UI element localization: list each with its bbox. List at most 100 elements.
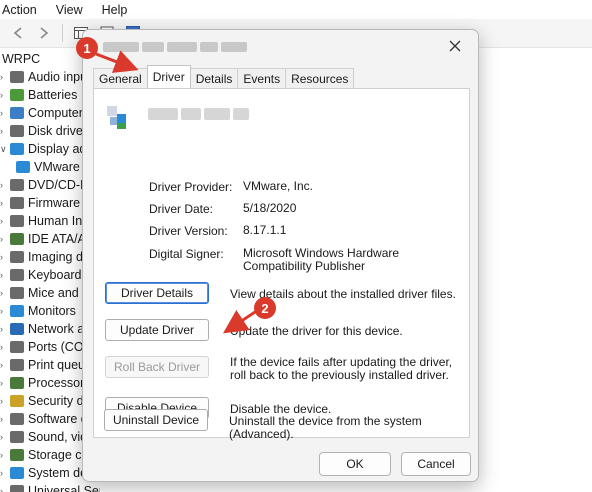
tree-item[interactable]: › Processors [0,374,91,392]
tree-item[interactable]: › Sound, vide [0,428,94,446]
driver-provider-label: Driver Provider: [149,180,233,194]
device-name-blurred [148,108,249,120]
chevron-right-icon[interactable]: › [0,306,8,316]
close-icon[interactable] [442,34,468,58]
tree-item[interactable]: › Computer [0,104,83,122]
tree-item-label: Keyboards [28,268,88,282]
dialog-title-blurred [103,40,253,54]
device-category-icon [10,467,24,479]
tree-item-label: VMware [34,160,80,174]
device-category-icon [10,413,24,425]
chevron-right-icon[interactable]: › [0,126,8,136]
device-category-icon [10,341,24,353]
device-category-icon [10,233,24,245]
chevron-right-icon[interactable]: › [0,468,8,478]
tree-item[interactable]: › Monitors [0,302,76,320]
back-icon[interactable] [8,23,28,43]
driver-version-label: Driver Version: [149,224,228,238]
chevron-right-icon[interactable]: › [0,414,8,424]
tab-strip: General Driver Details Events Resources [93,65,355,88]
driver-details-button[interactable]: Driver Details [105,282,209,304]
tree-item[interactable]: › Firmware [0,194,80,212]
toolbar-divider [62,24,63,42]
menu-action[interactable]: Action [0,3,42,17]
device-category-icon [10,395,24,407]
chevron-right-icon[interactable]: › [0,252,8,262]
roll-back-driver-button[interactable]: Roll Back Driver [105,356,209,378]
update-driver-desc: Update the driver for this device. [230,324,403,338]
step-1-badge: 1 [76,37,98,59]
chevron-right-icon[interactable]: › [0,180,8,190]
chevron-right-icon[interactable]: › [0,342,8,352]
device-category-icon [10,143,24,155]
device-category-icon [10,449,24,461]
cancel-button[interactable]: Cancel [401,452,471,476]
chevron-right-icon[interactable]: › [0,432,8,442]
properties-dialog: General Driver Details Events Resources … [82,29,479,482]
tree-item[interactable]: › Network ad [0,320,91,338]
tab-general[interactable]: General [93,68,148,88]
menu-bar: Action View Help [0,0,592,19]
tree-item[interactable]: › Batteries [0,86,77,104]
tree-item[interactable]: › Human Inte [0,212,93,230]
tree-item[interactable]: › Mice and ot [0,284,93,302]
tab-details[interactable]: Details [189,68,239,88]
menu-view[interactable]: View [54,3,88,17]
tree-item[interactable]: › Audio input [0,68,91,86]
chevron-right-icon[interactable]: › [0,450,8,460]
chevron-right-icon[interactable]: › [0,396,8,406]
digital-signer-label: Digital Signer: [149,247,224,261]
chevron-down-icon[interactable]: ∨ [0,144,8,155]
tree-item[interactable]: › Print queue [0,356,92,374]
device-category-icon [10,359,24,371]
tree-item[interactable]: › IDE ATA/AT [0,230,93,248]
chevron-right-icon[interactable]: › [0,90,8,100]
driver-date-label: Driver Date: [149,202,214,216]
device-category-icon [10,107,24,119]
driver-tab-panel: Driver Provider: VMware, Inc. Driver Dat… [93,88,470,438]
chevron-right-icon[interactable]: › [0,270,8,280]
device-category-icon [10,251,24,263]
chevron-right-icon[interactable]: › [0,360,8,370]
device-category-icon [10,287,24,299]
tree-root-label[interactable]: WRPC [2,52,40,66]
ok-button[interactable]: OK [319,452,391,476]
driver-version-value: 8.17.1.1 [243,223,287,237]
tree-item[interactable]: › Universal Serial Bus controllers [0,482,100,492]
device-category-icon [10,377,24,389]
chevron-right-icon[interactable]: › [0,108,8,118]
device-category-icon [10,305,24,317]
tree-item[interactable]: › System dev [0,464,93,482]
uninstall-device-desc: Uninstall the device from the system (Ad… [229,414,422,441]
chevron-right-icon[interactable]: › [0,486,8,492]
chevron-right-icon[interactable]: › [0,72,8,82]
device-category-icon [10,125,24,137]
tab-driver[interactable]: Driver [146,65,191,88]
roll-back-driver-desc: If the device fails after updating the d… [230,355,453,382]
tree-item[interactable]: ∨ Display ada [0,140,93,158]
tab-resources[interactable]: Resources [285,68,355,88]
chevron-right-icon[interactable]: › [0,234,8,244]
chevron-right-icon[interactable]: › [0,288,8,298]
chevron-right-icon[interactable]: › [0,216,8,226]
tree-item[interactable]: › Ports (COM [0,338,94,356]
chevron-right-icon[interactable]: › [0,198,8,208]
tree-item-label: Batteries [28,88,78,102]
tree-item[interactable]: › Disk drives [0,122,89,140]
menu-help[interactable]: Help [100,3,133,17]
device-category-icon [10,485,24,492]
forward-icon[interactable] [34,23,54,43]
device-category-icon [10,431,24,443]
tree-item-label: Firmware [28,196,81,210]
device-category-icon [10,323,24,335]
tree-item[interactable]: VMware [16,158,80,176]
update-driver-button[interactable]: Update Driver [105,319,209,341]
device-category-icon [10,89,24,101]
uninstall-device-button[interactable]: Uninstall Device [104,409,208,431]
tab-events[interactable]: Events [237,68,287,88]
tree-item-label: Disk drives [28,124,90,138]
tree-item[interactable]: › Keyboards [0,266,88,284]
device-category-icon [10,71,24,83]
chevron-right-icon[interactable]: › [0,378,8,388]
chevron-right-icon[interactable]: › [0,324,8,334]
